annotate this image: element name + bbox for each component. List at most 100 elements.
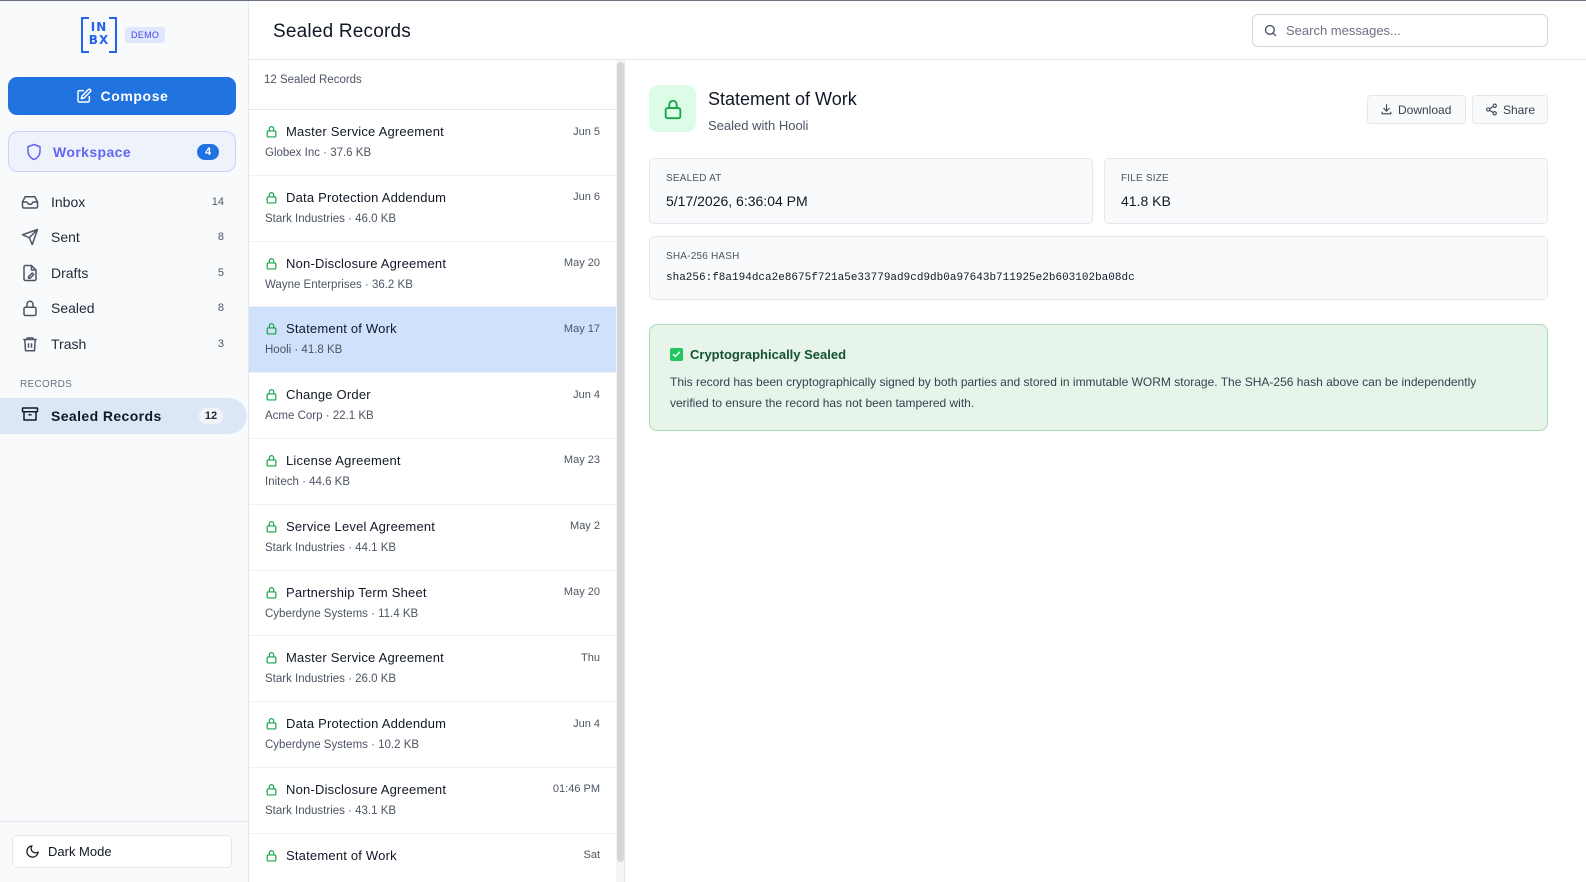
lock-icon <box>265 388 278 401</box>
nav-label: Inbox <box>51 193 86 210</box>
verification-text: This record has been cryptographically s… <box>670 375 1477 410</box>
lock-icon <box>265 783 278 796</box>
drafts-icon <box>21 264 39 282</box>
download-label: Download <box>1398 102 1452 117</box>
record-row-date: Thu <box>581 651 600 664</box>
record-row-date: May 20 <box>563 586 600 599</box>
record-row[interactable]: Master Service Agreement Jun 5 Globex Inc … <box>249 110 616 176</box>
nav-count: 3 <box>217 337 224 350</box>
page-title: Sealed Records <box>273 21 411 42</box>
search-icon <box>1264 24 1277 37</box>
nav-count: 8 <box>217 231 224 244</box>
record-detail: Statement of Work Sealed with Hooli Down… <box>625 60 1586 882</box>
nav-item-drafts[interactable]: Drafts 5 <box>0 255 248 291</box>
record-row-title: License Agreement <box>286 452 401 468</box>
nav-label: Sent <box>51 229 80 246</box>
record-row-title: Partnership Term Sheet <box>286 584 427 600</box>
record-row-date: Jun 4 <box>573 717 600 730</box>
lock-icon <box>265 257 278 270</box>
record-row-title: Statement of Work <box>286 321 397 337</box>
record-row[interactable]: Non-Disclosure Agreement May 20 Wayne Ente… <box>249 242 616 308</box>
record-row-subtitle: Stark Industries · 43.1 KB <box>265 804 397 817</box>
record-row[interactable]: Statement of Work May 17 Hooli · 41.8 KB <box>249 307 616 374</box>
nav-count: 14 <box>211 195 224 208</box>
records-section-heading: RECORDS <box>20 379 73 390</box>
sealed-at-value: 5/17/2026, 6:36:04 PM <box>666 193 808 209</box>
record-row-title: Data Protection Addendum <box>286 189 447 205</box>
verification-notice: Cryptographically Sealed This record has… <box>649 324 1548 431</box>
record-row-subtitle: Initech · 44.6 KB <box>265 475 351 488</box>
nav-item-trash[interactable]: Trash 3 <box>0 326 248 362</box>
scrollbar-thumb[interactable] <box>617 62 624 862</box>
records-list: 12 Sealed Records Master Service Agreeme… <box>249 60 616 882</box>
nav-item-inbox[interactable]: Inbox 14 <box>0 184 248 220</box>
compose-button[interactable]: Compose <box>8 77 236 115</box>
record-row[interactable]: License Agreement May 23 Initech · 44.6 KB <box>249 439 616 505</box>
record-title: Statement of Work <box>708 89 857 109</box>
verification-title: Cryptographically Sealed <box>690 347 847 362</box>
records-rows: Master Service Agreement Jun 5 Globex Inc … <box>249 110 616 882</box>
record-row-subtitle: Cyberdyne Systems · 10.2 KB <box>265 739 420 752</box>
edit-icon <box>76 88 91 103</box>
download-icon <box>1381 104 1392 115</box>
record-row[interactable]: Data Protection Addendum Jun 6 Stark Indus… <box>249 176 616 242</box>
lock-icon <box>265 520 278 533</box>
archive-icon <box>21 405 39 428</box>
hash-label: SHA-256 HASH <box>666 251 740 262</box>
brand[interactable]: IN BX DEMO <box>81 17 166 53</box>
record-row-title: Statement of Work <box>286 847 397 863</box>
lock-icon <box>265 651 278 664</box>
workspace-switcher[interactable]: Workspace 4 <box>8 131 236 172</box>
record-row-title: Non-Disclosure Agreement <box>286 781 447 797</box>
share-icon <box>1486 103 1497 116</box>
lock-icon <box>265 849 278 862</box>
sealed-lock-tile <box>649 85 696 132</box>
nav-count: 5 <box>217 266 224 279</box>
record-row-date: Jun 4 <box>573 388 600 401</box>
record-row-title: Master Service Agreement <box>286 650 444 666</box>
hash-value[interactable]: sha256:f8a194dca2e8675f721a5e33779ad9cd9… <box>666 272 1531 284</box>
demo-badge: DEMO <box>125 27 166 43</box>
workspace-count-badge: 4 <box>197 143 219 160</box>
file-size-label: FILE SIZE <box>1121 173 1169 184</box>
record-row-subtitle: Stark Industries · 44.1 KB <box>265 541 397 554</box>
nav-count: 8 <box>217 302 224 315</box>
nav-item-sealed-records[interactable]: Sealed Records 12 <box>0 398 247 434</box>
record-row[interactable]: Statement of Work Sat <box>249 834 616 882</box>
record-row[interactable]: Partnership Term Sheet May 20 Cyberdyne Sy… <box>249 571 616 637</box>
record-subtitle: Sealed with Hooli <box>708 118 809 133</box>
nav-item-sealed[interactable]: Sealed 8 <box>0 291 248 327</box>
download-button[interactable]: Download <box>1367 95 1466 124</box>
nav-item-sent[interactable]: Sent 8 <box>0 220 248 256</box>
nav-label: Sealed Records <box>51 408 162 424</box>
lock-icon <box>265 322 278 335</box>
file-size-card: FILE SIZE 41.8 KB <box>1104 158 1548 224</box>
nav-label: Trash <box>51 335 87 352</box>
record-row[interactable]: Master Service Agreement Thu Stark Industr… <box>249 636 616 703</box>
record-row-title: Data Protection Addendum <box>286 716 447 732</box>
sidebar-divider <box>0 821 248 822</box>
share-button[interactable]: Share <box>1472 95 1548 124</box>
record-row[interactable]: Service Level Agreement May 2 Stark Indust… <box>249 505 616 571</box>
send-icon <box>21 228 39 246</box>
dark-mode-toggle[interactable]: Dark Mode <box>12 835 232 868</box>
search-input[interactable] <box>1286 23 1526 38</box>
workspace-label: Workspace <box>53 143 132 160</box>
share-label: Share <box>1502 102 1535 117</box>
record-row-date: 01:46 PM <box>552 783 600 796</box>
record-row-subtitle: Cyberdyne Systems · 11.4 KB <box>265 607 419 620</box>
search-box[interactable] <box>1252 14 1548 47</box>
record-row-date: Jun 6 <box>573 191 600 204</box>
record-row-subtitle: Hooli · 41.8 KB <box>265 344 343 357</box>
record-row-date: May 23 <box>563 454 600 467</box>
record-row-subtitle: Acme Corp · 22.1 KB <box>265 410 374 423</box>
dark-mode-label: Dark Mode <box>48 844 112 859</box>
lock-icon <box>21 299 39 317</box>
record-row[interactable]: Non-Disclosure Agreement 01:46 PM Stark In… <box>249 768 616 834</box>
record-row[interactable]: Change Order Jun 4 Acme Corp · 22.1 KB <box>249 373 616 439</box>
sealed-at-label: SEALED AT <box>666 173 722 184</box>
record-row-title: Service Level Agreement <box>286 518 436 534</box>
nav-label: Drafts <box>51 264 89 281</box>
trash-icon <box>21 335 39 353</box>
record-row[interactable]: Data Protection Addendum Jun 4 Cyberdyne S… <box>249 702 616 768</box>
